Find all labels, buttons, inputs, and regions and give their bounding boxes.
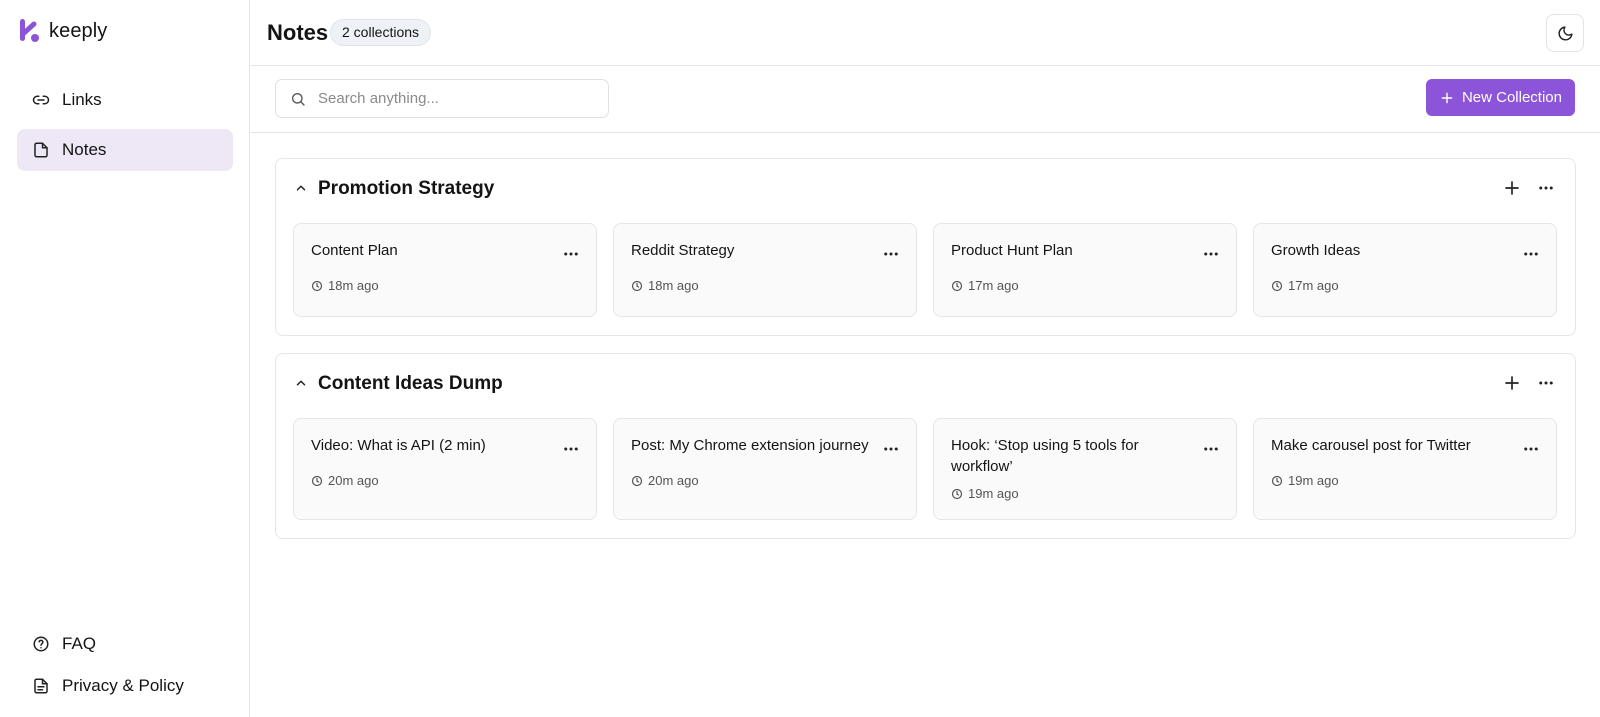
more-horizontal-icon[interactable] (562, 248, 580, 260)
collection-card: Promotion Strategy Content Plan 18m ago … (275, 158, 1576, 336)
note-timestamp: 20m ago (631, 473, 899, 488)
more-horizontal-icon[interactable] (1537, 374, 1555, 392)
note-title: Growth Ideas (1271, 242, 1361, 259)
note-time-text: 19m ago (1288, 473, 1339, 488)
collection-card: Content Ideas Dump Video: What is API (2… (275, 353, 1576, 539)
note-card[interactable]: Content Plan 18m ago (293, 223, 597, 317)
keeply-logo-icon (20, 19, 39, 42)
note-title: Video: What is API (2 min) (311, 437, 486, 454)
sidebar-item-label: Privacy & Policy (62, 676, 184, 695)
collection-count-badge: 2 collections (330, 19, 432, 46)
sidebar-item-label: Notes (62, 140, 107, 159)
search-box[interactable] (275, 79, 609, 118)
more-horizontal-icon[interactable] (1202, 443, 1220, 455)
search-icon (292, 92, 305, 106)
brand-name: keeply (49, 19, 108, 42)
collection-title: Content Ideas Dump (318, 373, 503, 394)
note-time-text: 18m ago (328, 278, 379, 293)
note-title: Content Plan (311, 242, 398, 259)
collection-header: Content Ideas Dump (276, 354, 1575, 418)
clock-icon (311, 475, 323, 486)
note-title: Post: My Chrome extension journey (631, 437, 869, 454)
note-title: Reddit Strategy (631, 242, 735, 259)
add-note-icon[interactable] (1503, 179, 1521, 197)
note-timestamp: 19m ago (1271, 473, 1539, 488)
sidebar-item-faq[interactable]: FAQ (17, 625, 233, 663)
note-card[interactable]: Post: My Chrome extension journey 20m ag… (613, 418, 917, 520)
clock-icon (1271, 280, 1283, 291)
note-timestamp: 17m ago (1271, 278, 1539, 293)
more-horizontal-icon[interactable] (1202, 248, 1220, 260)
note-card[interactable]: Make carousel post for Twitter 19m ago (1253, 418, 1557, 520)
note-card[interactable]: Growth Ideas 17m ago (1253, 223, 1557, 317)
top-bar: Notes 2 collections (250, 0, 1600, 66)
collection-header: Promotion Strategy (276, 159, 1575, 223)
note-time-text: 18m ago (648, 278, 699, 293)
note-card[interactable]: Product Hunt Plan 17m ago (933, 223, 1237, 317)
moon-icon (1558, 25, 1573, 40)
clock-icon (951, 280, 963, 291)
note-time-text: 20m ago (328, 473, 379, 488)
clock-icon (951, 488, 963, 499)
sidebar-item-privacy-policy[interactable]: Privacy & Policy (17, 667, 233, 705)
note-title: Product Hunt Plan (951, 242, 1073, 259)
sidebar-nav: Links Notes (17, 79, 233, 179)
note-time-text: 20m ago (648, 473, 699, 488)
sidebar-footer-nav: FAQ Privacy & Policy (17, 625, 233, 709)
clock-icon (631, 280, 643, 291)
note-card[interactable]: Hook: ‘Stop using 5 tools for workflow’ … (933, 418, 1237, 520)
new-collection-button[interactable]: New Collection (1425, 79, 1575, 116)
note-grid: Video: What is API (2 min) 20m ago Post:… (276, 418, 1575, 536)
sidebar-item-notes[interactable]: Notes (17, 129, 233, 171)
brand[interactable]: keeply (19, 18, 107, 44)
sidebar-item-label: Links (62, 90, 102, 109)
sidebar-item-label: FAQ (62, 634, 97, 653)
note-card[interactable]: Reddit Strategy 18m ago (613, 223, 917, 317)
document-icon (32, 677, 50, 695)
note-title: Hook: ‘Stop using 5 tools for workflow’ (951, 437, 1139, 475)
add-note-icon[interactable] (1503, 374, 1521, 392)
note-timestamp: 20m ago (311, 473, 579, 488)
note-time-text: 17m ago (968, 278, 1019, 293)
more-horizontal-icon[interactable] (882, 443, 900, 455)
chevron-up-icon[interactable] (294, 181, 308, 195)
more-horizontal-icon[interactable] (1537, 179, 1555, 197)
toolbar: New Collection (250, 66, 1600, 133)
note-time-text: 17m ago (1288, 278, 1339, 293)
more-horizontal-icon[interactable] (1522, 443, 1540, 455)
note-timestamp: 17m ago (951, 278, 1219, 293)
clock-icon (1271, 475, 1283, 486)
note-timestamp: 18m ago (631, 278, 899, 293)
clock-icon (631, 475, 643, 486)
sidebar-item-links[interactable]: Links (17, 79, 233, 121)
sidebar: keeply Links Notes FAQ Privacy & Policy (0, 0, 250, 717)
more-horizontal-icon[interactable] (1522, 248, 1540, 260)
new-collection-label: New Collection (1461, 89, 1562, 106)
theme-toggle-button[interactable] (1546, 14, 1584, 52)
clock-icon (311, 280, 323, 291)
note-title: Make carousel post for Twitter (1271, 437, 1471, 454)
help-circle-icon (32, 635, 50, 653)
note-timestamp: 19m ago (951, 486, 1219, 501)
note-grid: Content Plan 18m ago Reddit Strategy 18m… (276, 223, 1575, 333)
collection-title: Promotion Strategy (318, 178, 495, 199)
more-horizontal-icon[interactable] (562, 443, 580, 455)
note-timestamp: 18m ago (311, 278, 579, 293)
note-time-text: 19m ago (968, 486, 1019, 501)
link-icon (32, 91, 50, 109)
search-input[interactable] (318, 90, 598, 107)
page-title: Notes (267, 20, 329, 45)
more-horizontal-icon[interactable] (882, 248, 900, 260)
note-card[interactable]: Video: What is API (2 min) 20m ago (293, 418, 597, 520)
chevron-up-icon[interactable] (294, 376, 308, 390)
plus-icon (1441, 92, 1453, 103)
file-icon (32, 141, 50, 159)
